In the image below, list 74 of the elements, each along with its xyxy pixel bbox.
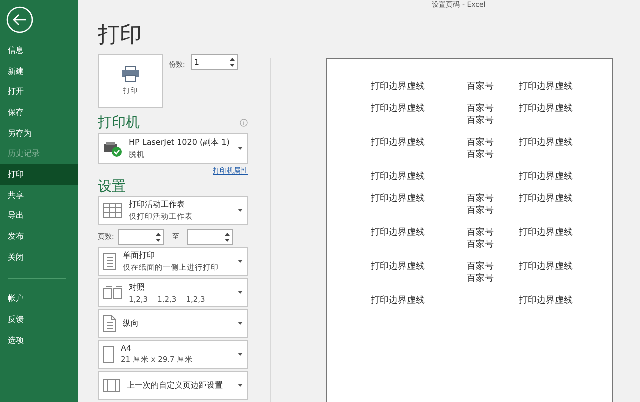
preview-cell-text: 百家号 [467, 261, 495, 273]
preview-cell-text: 打印边界虚线 [519, 295, 574, 307]
sidebar-item[interactable]: 信息 [0, 40, 78, 61]
preview-cell-text: 打印边界虚线 [371, 295, 426, 307]
preview-cell-text: 打印边界虚线 [519, 171, 574, 183]
caret-icon [238, 384, 243, 387]
option-title: 纵向 [123, 318, 140, 329]
sidebar-item[interactable]: 关闭 [0, 246, 78, 268]
sidebar-item[interactable]: 发布 [0, 226, 78, 247]
preview-cell-text: 打印边界虚线 [519, 103, 574, 115]
margins-icon [103, 378, 121, 392]
caret-icon [238, 322, 243, 325]
back-icon[interactable] [6, 6, 34, 34]
blank-page-icon [103, 346, 115, 364]
preview-cell-text: 百家号 [467, 115, 495, 127]
settings-dropdown[interactable]: 上一次的自定义页边距设置 [98, 371, 248, 400]
sidebar-item[interactable]: 新建 [0, 60, 78, 82]
preview-cell-text: 百家号 [467, 273, 495, 285]
grid-sheet-icon [103, 202, 123, 218]
preview-cell-text: 打印边界虚线 [371, 193, 426, 205]
caret-icon [238, 291, 243, 294]
page-title: 打印 [98, 22, 143, 50]
sidebar-item[interactable]: 共享 [0, 184, 78, 206]
printer-icon [122, 66, 140, 82]
preview-cell-text: 打印边界虚线 [371, 171, 426, 183]
caret-icon [238, 147, 243, 150]
page-to-input[interactable] [187, 229, 234, 245]
preview-cell-text: 打印边界虚线 [371, 81, 426, 93]
preview-cell-text: 百家号 [467, 205, 495, 217]
option-title: 上一次的自定义页边距设置 [127, 380, 224, 391]
preview-cell-text: 百家号 [467, 227, 495, 239]
settings-dropdown[interactable]: 纵向 [98, 309, 248, 338]
sidebar-item[interactable]: 打印 [0, 164, 78, 185]
preview-cell-text: 百家号 [467, 81, 495, 93]
preview-cell-text: 打印边界虚线 [519, 193, 574, 205]
sidebar-item[interactable]: 保存 [0, 102, 78, 123]
stacked-pages-icon [103, 286, 123, 300]
spinner-arrows-icon[interactable] [156, 232, 162, 242]
preview-cell-text: 百家号 [467, 149, 495, 161]
printer-ready-icon [103, 140, 123, 156]
copies-input[interactable]: 1 [191, 54, 238, 70]
sidebar-item[interactable]: 反馈 [0, 309, 78, 330]
printer-name: HP LaserJet 1020 (副本 1) [129, 137, 231, 148]
portrait-page-icon [103, 314, 117, 332]
preview-cell-text: 打印边界虚线 [519, 137, 574, 149]
caret-icon [238, 209, 243, 212]
preview-cell-text: 打印边界虚线 [519, 261, 574, 273]
spinner-arrows-icon[interactable] [230, 56, 236, 68]
settings-heading: 设置 [98, 178, 126, 196]
spinner-arrows-icon[interactable] [225, 232, 230, 242]
preview-cell-text: 百家号 [467, 103, 495, 115]
preview-cell-text: 打印边界虚线 [519, 227, 574, 239]
page-from-input[interactable] [118, 229, 164, 245]
preview-cell-text: 打印边界虚线 [371, 103, 426, 115]
caret-icon [238, 353, 243, 356]
preview-cell-text: 打印边界虚线 [371, 137, 426, 149]
preview-cell-text: 百家号 [467, 193, 495, 205]
sidebar-item[interactable]: 导出 [0, 206, 78, 226]
caret-icon [238, 260, 243, 263]
sidebar-item[interactable]: 另存为 [0, 122, 78, 144]
option-title: A4 [121, 344, 133, 353]
option-title: 对照 [129, 282, 146, 292]
option-title: 单面打印 [123, 250, 156, 261]
preview-cell-text: 百家号 [467, 239, 495, 251]
preview-cell-text: 百家号 [467, 137, 495, 149]
sidebar-item[interactable]: 选项 [0, 330, 78, 351]
sidebar-item[interactable]: 帐户 [0, 288, 78, 310]
sidebar-item[interactable]: 打开 [0, 81, 78, 102]
option-title: 打印活动工作表 [129, 199, 186, 210]
printer-heading: 打印机 [98, 114, 140, 132]
document-icon [103, 252, 117, 270]
preview-cell-text: 打印边界虚线 [371, 261, 426, 273]
preview-cell-text: 打印边界虚线 [519, 81, 574, 93]
preview-cell-text: 打印边界虚线 [371, 227, 426, 239]
